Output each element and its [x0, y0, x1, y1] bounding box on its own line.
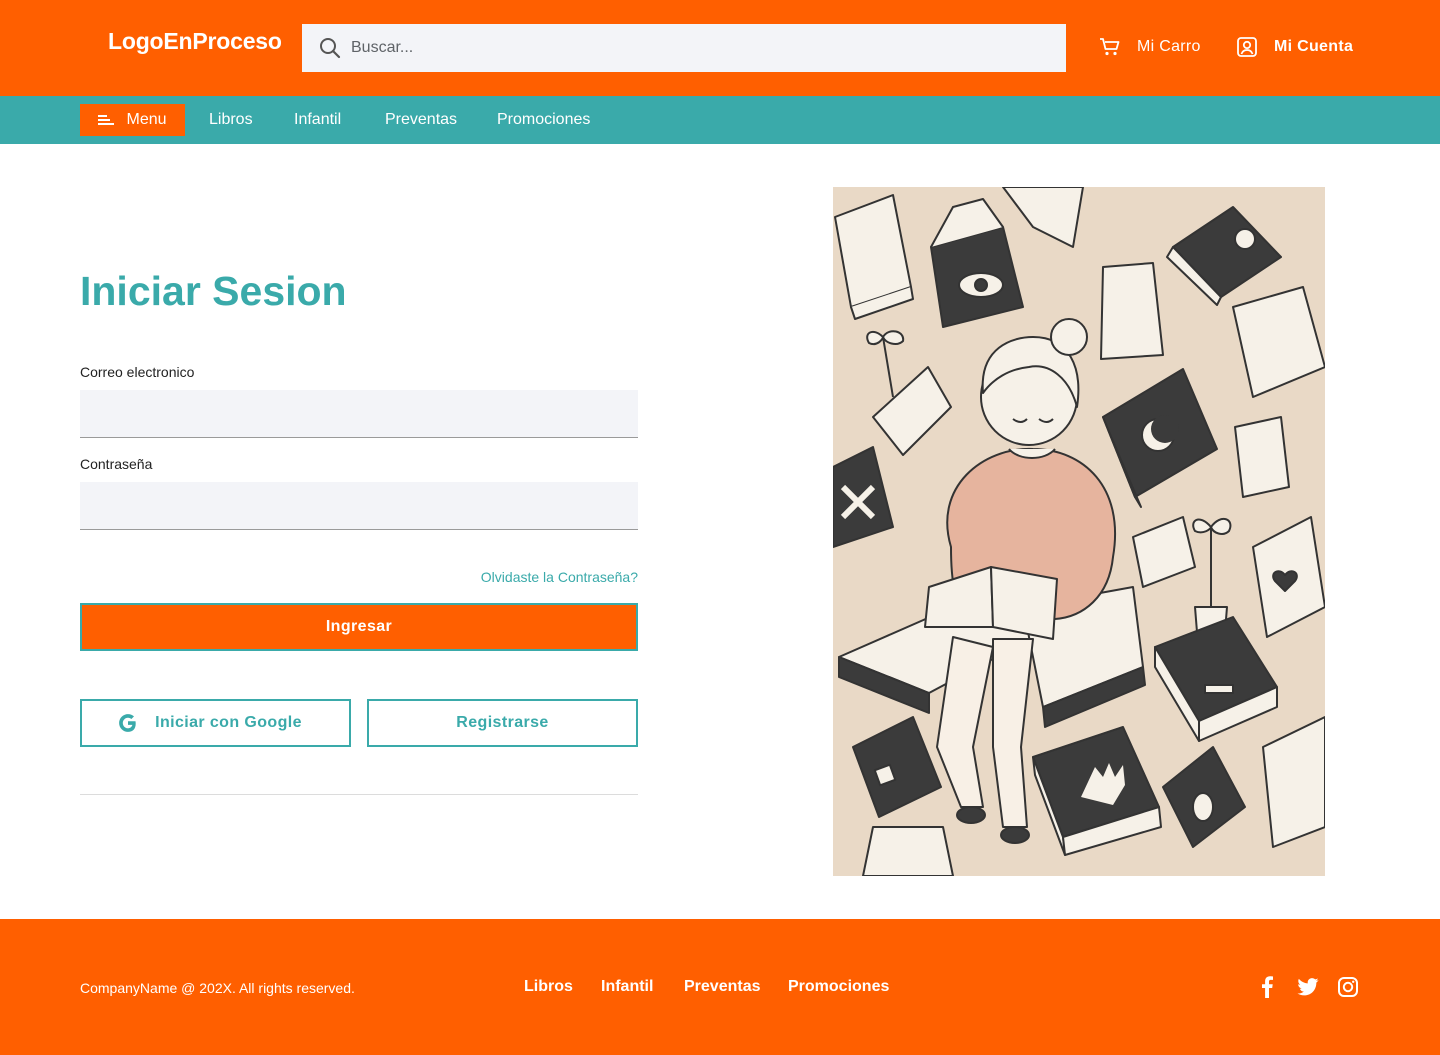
nav-item-preventas[interactable]: Preventas	[385, 111, 457, 129]
login-button[interactable]: Ingresar	[80, 603, 638, 651]
account-link[interactable]: Mi Cuenta	[1236, 36, 1353, 58]
footer-link-preventas[interactable]: Preventas	[684, 978, 761, 996]
logo[interactable]: LogoEnProceso	[108, 28, 282, 55]
copyright-text: CompanyName @ 202X. All rights reserved.	[80, 980, 355, 996]
account-label: Mi Cuenta	[1274, 38, 1354, 55]
google-icon	[117, 712, 139, 734]
instagram-icon[interactable]	[1337, 976, 1359, 998]
nav-item-infantil[interactable]: Infantil	[294, 111, 341, 129]
nav-item-libros[interactable]: Libros	[209, 111, 253, 129]
facebook-icon[interactable]	[1256, 976, 1278, 998]
site-header: LogoEnProceso Mi Carro Mi Cuenta	[0, 0, 1440, 96]
footer-link-libros[interactable]: Libros	[524, 978, 573, 996]
twitter-icon[interactable]	[1297, 976, 1319, 998]
menu-button[interactable]: Menu	[80, 104, 185, 136]
footer-link-infantil[interactable]: Infantil	[601, 978, 653, 996]
google-login-label: Iniciar con Google	[155, 714, 302, 731]
menu-label: Menu	[126, 111, 167, 128]
password-label: Contraseña	[80, 456, 153, 472]
nav-item-promociones[interactable]: Promociones	[497, 111, 590, 129]
cart-icon	[1099, 36, 1121, 58]
cart-link[interactable]: Mi Carro	[1099, 36, 1201, 58]
user-icon	[1236, 36, 1258, 58]
search-input[interactable]	[351, 39, 1031, 57]
email-field[interactable]	[80, 390, 638, 438]
page-title: Iniciar Sesion	[80, 268, 347, 314]
form-divider	[80, 794, 638, 795]
register-button[interactable]: Registrarse	[367, 699, 638, 747]
menu-icon	[98, 114, 115, 126]
cart-label: Mi Carro	[1137, 38, 1201, 55]
search-icon[interactable]	[319, 37, 341, 59]
footer-link-promociones[interactable]: Promociones	[788, 978, 889, 996]
illustration-graphic	[833, 187, 1325, 876]
forgot-password-link[interactable]: Olvidaste la Contraseña?	[481, 569, 638, 585]
email-label: Correo electronico	[80, 364, 195, 380]
password-field[interactable]	[80, 482, 638, 530]
reading-girl-illustration	[833, 187, 1325, 876]
google-login-button[interactable]: Iniciar con Google	[80, 699, 351, 747]
search-bar[interactable]	[302, 24, 1066, 72]
site-footer: CompanyName @ 202X. All rights reserved.…	[0, 919, 1440, 1055]
